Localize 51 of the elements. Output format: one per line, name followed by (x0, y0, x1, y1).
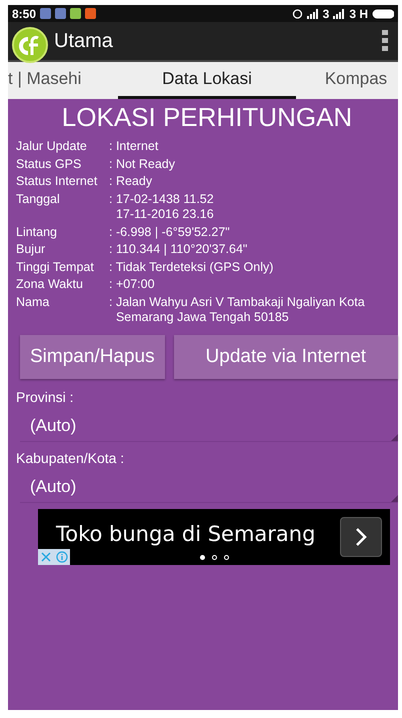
app-icon (70, 8, 82, 19)
close-icon (41, 552, 51, 562)
dropdown[interactable]: (Auto) (20, 472, 398, 502)
signal-icon (306, 8, 319, 18)
overflow-menu-icon[interactable] (382, 30, 388, 52)
info-button[interactable] (54, 548, 70, 564)
field-value: : Not Ready (109, 156, 176, 172)
field-value: : Internet (109, 139, 158, 154)
dropdown-label: Kabupaten/Kota : (16, 450, 126, 466)
field-value: : Jalan Wahyu Asri V Tambakaji Ngaliyan Kota Semarang Jawa Tengah 50185 (109, 294, 365, 326)
network-text: 3 H (349, 6, 368, 20)
next-button[interactable] (340, 516, 382, 556)
chevron-right-icon (355, 526, 367, 546)
alarm-icon (292, 8, 303, 19)
clock-text: 8:50 (12, 6, 36, 20)
field-value: : 110.344 | 110°20'37.64" (109, 242, 248, 258)
dropdown[interactable]: (Auto) (20, 410, 398, 442)
dropdown-label: Provinsi : (16, 388, 75, 404)
action-button[interactable]: Update via Internet (174, 334, 398, 378)
message-icon (40, 8, 52, 19)
close-button[interactable] (38, 548, 54, 564)
field-value: : +07:00 (109, 277, 155, 292)
field-value: : -6.998 | -6°59'52.27" (109, 224, 230, 240)
action-button[interactable]: Simpan/Hapus (20, 334, 165, 378)
field-label: Zona Waktu (16, 277, 84, 292)
network-text: 3 (322, 6, 330, 20)
battery-icon (372, 8, 394, 18)
app-icon (85, 8, 96, 19)
app-title: Utama (54, 30, 113, 52)
field-label: Tanggal (16, 192, 61, 208)
field-label: Status GPS (16, 156, 82, 172)
tab[interactable]: Kompas (296, 62, 398, 99)
field-label: Bujur (16, 242, 46, 258)
field-value: : Ready (109, 174, 152, 190)
app-logo-icon[interactable] (12, 27, 48, 63)
dropdown-corner-icon (391, 494, 398, 502)
tab[interactable]: t | Masehi (8, 62, 118, 99)
info-icon (56, 550, 68, 562)
field-label: Lintang (16, 224, 58, 240)
field-label: Status Internet (16, 174, 98, 190)
signal-icon (333, 8, 346, 18)
panel-title: LOKASI PERHITUNGAN (60, 102, 354, 133)
dropdown-corner-icon (391, 434, 398, 440)
field-value: : 17-02-1438 11.52 17-11-2016 23.16 (109, 192, 214, 222)
field-value: : Tidak Terdeteksi (GPS Only) (109, 260, 274, 275)
message-icon (55, 8, 66, 19)
field-label: Nama (16, 294, 50, 310)
ad-banner[interactable]: Toko bunga di Semarang (38, 508, 390, 564)
ad-text: Toko bunga di Semarang (56, 522, 316, 546)
field-label: Tinggi Tempat (16, 260, 95, 275)
field-label: Jalur Update (16, 139, 88, 154)
